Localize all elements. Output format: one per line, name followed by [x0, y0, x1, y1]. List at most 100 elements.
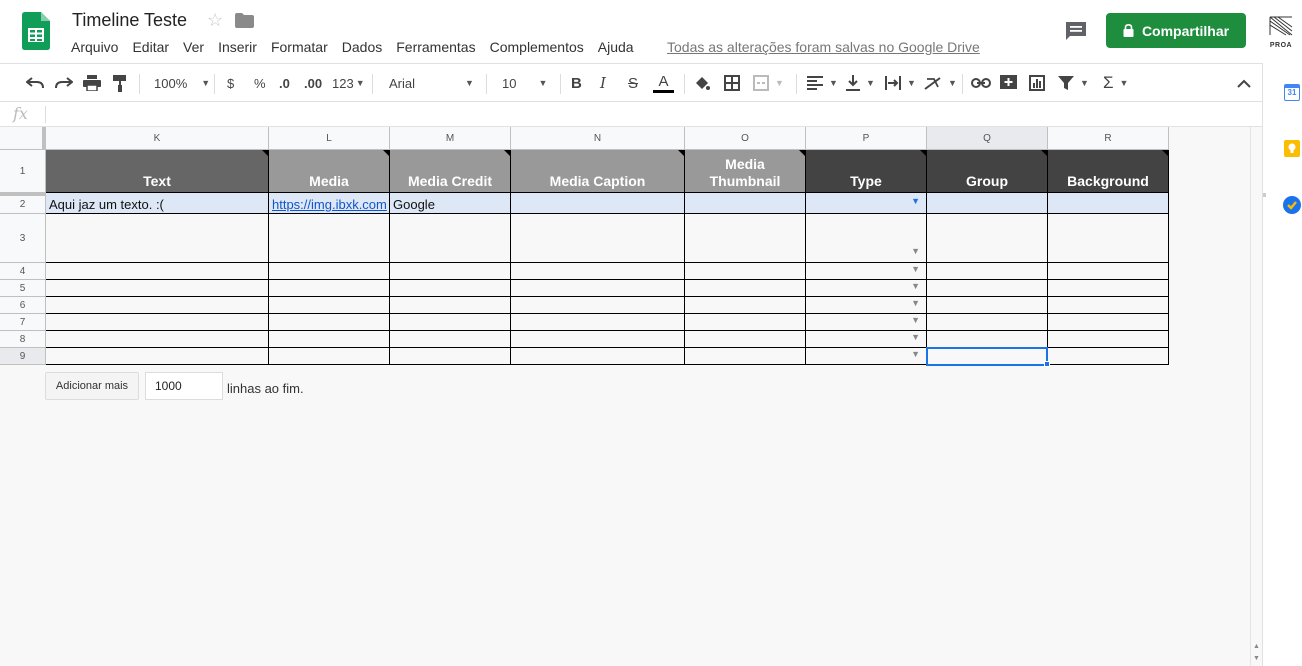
- star-icon[interactable]: ☆: [207, 10, 223, 31]
- fill-handle[interactable]: [1044, 361, 1050, 367]
- header-cell-group[interactable]: Group: [927, 150, 1048, 193]
- cell-n3[interactable]: [511, 214, 685, 263]
- cell-n2[interactable]: [511, 193, 685, 214]
- paint-format-icon[interactable]: [113, 64, 127, 102]
- cell-k8[interactable]: [46, 331, 269, 348]
- cell-r6[interactable]: [1048, 297, 1169, 314]
- dropdown-arrow-icon[interactable]: ▼: [911, 315, 920, 325]
- cell-m9[interactable]: [390, 348, 511, 365]
- cell-o5[interactable]: [685, 280, 806, 297]
- cell-p8-type-dropdown[interactable]: ▼: [806, 331, 927, 348]
- menu-arquivo[interactable]: Arquivo: [71, 39, 118, 55]
- header-cell-media-caption[interactable]: Media Caption: [511, 150, 685, 193]
- cell-o7[interactable]: [685, 314, 806, 331]
- cell-l3[interactable]: [269, 214, 390, 263]
- cell-n5[interactable]: [511, 280, 685, 297]
- menu-inserir[interactable]: Inserir: [218, 39, 257, 55]
- horizontal-align-icon[interactable]: ▼: [807, 64, 838, 102]
- merge-cells-icon[interactable]: ▼: [753, 64, 784, 102]
- column-header-l[interactable]: L: [269, 127, 390, 150]
- strikethrough-button[interactable]: S: [628, 64, 638, 102]
- cell-k6[interactable]: [46, 297, 269, 314]
- dropdown-arrow-icon[interactable]: ▼: [911, 349, 920, 359]
- decrease-decimal-button[interactable]: .0: [279, 64, 290, 102]
- formula-bar[interactable]: fx: [0, 102, 1262, 127]
- cell-l9[interactable]: [269, 348, 390, 365]
- cell-o2[interactable]: [685, 193, 806, 214]
- filter-icon[interactable]: ▼: [1058, 64, 1089, 102]
- cell-o9[interactable]: [685, 348, 806, 365]
- column-header-r[interactable]: R: [1048, 127, 1169, 150]
- insert-chart-icon[interactable]: [1029, 64, 1045, 102]
- tasks-icon[interactable]: [1283, 196, 1301, 214]
- row-header-3[interactable]: 3: [0, 214, 46, 263]
- menu-ajuda[interactable]: Ajuda: [598, 39, 634, 55]
- row-header-4[interactable]: 4: [0, 263, 46, 280]
- cell-l8[interactable]: [269, 331, 390, 348]
- vertical-scrollbar[interactable]: ▲ ▼: [1250, 127, 1262, 666]
- rows-count-input[interactable]: 1000: [145, 372, 223, 400]
- cell-r7[interactable]: [1048, 314, 1169, 331]
- cell-o8[interactable]: [685, 331, 806, 348]
- comments-icon[interactable]: [1064, 20, 1088, 42]
- column-header-q[interactable]: Q: [927, 127, 1048, 150]
- row-header-6[interactable]: 6: [0, 297, 46, 314]
- cell-p9-type-dropdown[interactable]: ▼: [806, 348, 927, 365]
- menu-formatar[interactable]: Formatar: [271, 39, 328, 55]
- functions-icon[interactable]: Σ ▼: [1103, 64, 1128, 102]
- font-family-select[interactable]: Arial ▼: [389, 64, 474, 102]
- cell-k7[interactable]: [46, 314, 269, 331]
- header-cell-background[interactable]: Background: [1048, 150, 1169, 193]
- cell-p7-type-dropdown[interactable]: ▼: [806, 314, 927, 331]
- side-panel-scroll-thumb[interactable]: [1263, 193, 1266, 197]
- cell-o4[interactable]: [685, 263, 806, 280]
- dropdown-arrow-icon[interactable]: ▼: [911, 332, 920, 342]
- cell-r9[interactable]: [1048, 348, 1169, 365]
- keep-icon[interactable]: [1284, 140, 1300, 157]
- scroll-down-arrow-icon[interactable]: ▼: [1253, 655, 1260, 662]
- cell-r4[interactable]: [1048, 263, 1169, 280]
- column-header-k[interactable]: K: [46, 127, 269, 150]
- cell-l6[interactable]: [269, 297, 390, 314]
- text-color-button[interactable]: A: [653, 64, 674, 102]
- text-rotation-icon[interactable]: ▼: [924, 64, 957, 102]
- cell-m2[interactable]: Google: [390, 193, 511, 214]
- currency-format-button[interactable]: $: [227, 64, 234, 102]
- cell-r3[interactable]: [1048, 214, 1169, 263]
- more-formats-button[interactable]: 123 ▼: [332, 64, 365, 102]
- cell-m8[interactable]: [390, 331, 511, 348]
- row-header-7[interactable]: 7: [0, 314, 46, 331]
- fill-color-icon[interactable]: [694, 64, 710, 102]
- row-header-1[interactable]: 1: [0, 150, 46, 193]
- borders-icon[interactable]: [724, 64, 740, 102]
- header-cell-text[interactable]: Text: [46, 150, 269, 193]
- row-header-2[interactable]: 2: [0, 193, 46, 214]
- share-button[interactable]: Compartilhar: [1106, 13, 1246, 48]
- cell-r2[interactable]: [1048, 193, 1169, 214]
- cell-l4[interactable]: [269, 263, 390, 280]
- insert-comment-icon[interactable]: [1000, 64, 1017, 102]
- document-title[interactable]: Timeline Teste: [72, 10, 187, 31]
- percent-format-button[interactable]: %: [254, 64, 266, 102]
- increase-decimal-button[interactable]: .00: [304, 64, 322, 102]
- vertical-align-icon[interactable]: ▼: [846, 64, 875, 102]
- menu-editar[interactable]: Editar: [132, 39, 169, 55]
- italic-button[interactable]: I: [600, 64, 606, 102]
- cell-n4[interactable]: [511, 263, 685, 280]
- row-header-9[interactable]: 9: [0, 348, 46, 365]
- header-cell-type[interactable]: Type: [806, 150, 927, 193]
- cell-p5-type-dropdown[interactable]: ▼: [806, 280, 927, 297]
- print-icon[interactable]: [83, 64, 101, 102]
- cell-k9[interactable]: [46, 348, 269, 365]
- menu-complementos[interactable]: Complementos: [490, 39, 584, 55]
- cell-m5[interactable]: [390, 280, 511, 297]
- cell-m6[interactable]: [390, 297, 511, 314]
- add-more-button[interactable]: Adicionar mais: [45, 372, 139, 400]
- dropdown-arrow-icon[interactable]: ▼: [911, 246, 920, 256]
- redo-icon[interactable]: [55, 64, 73, 102]
- cell-k2[interactable]: Aqui jaz um texto. :(: [46, 193, 269, 214]
- cell-q6[interactable]: [927, 297, 1048, 314]
- cell-o3[interactable]: [685, 214, 806, 263]
- folder-icon[interactable]: [235, 13, 254, 28]
- menu-dados[interactable]: Dados: [342, 39, 382, 55]
